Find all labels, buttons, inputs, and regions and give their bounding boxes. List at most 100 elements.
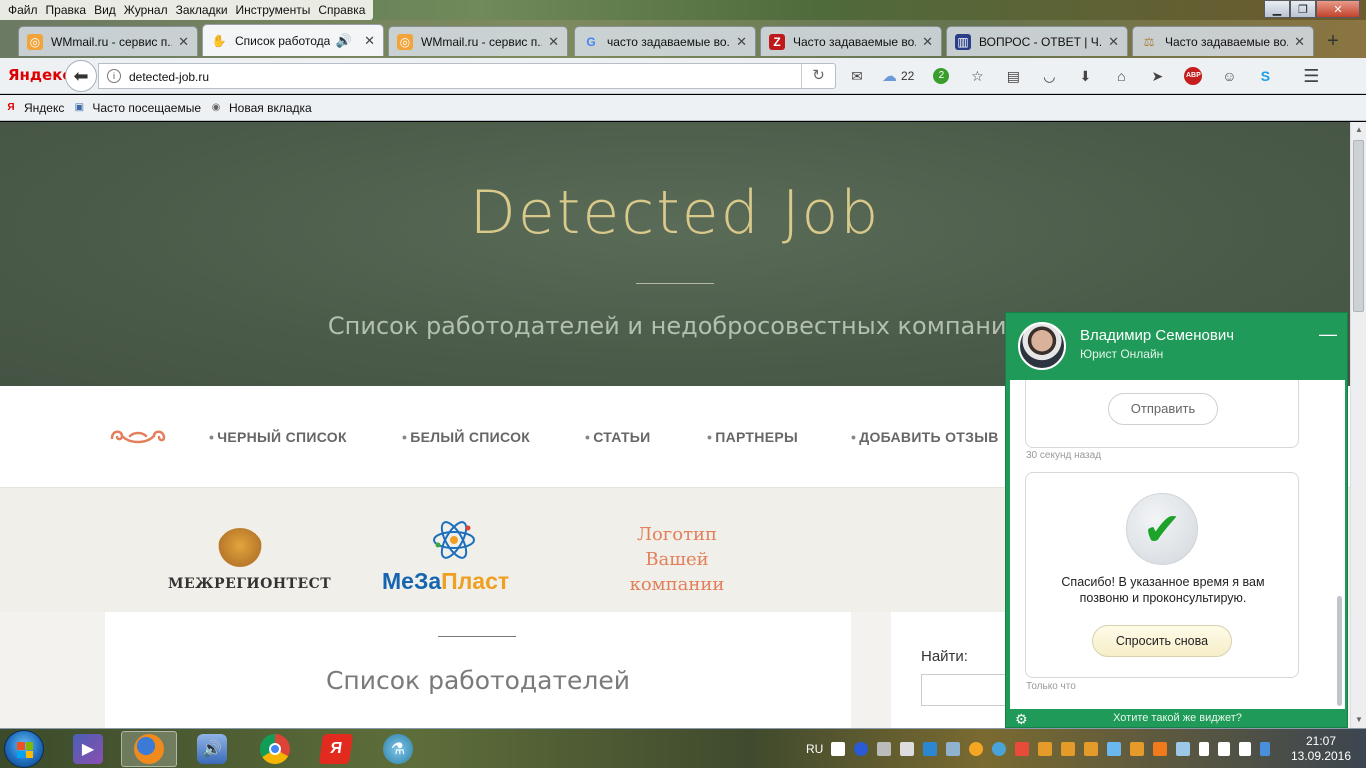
logo-mezaplast[interactable]: МеЗаПласт (382, 518, 536, 598)
tab-faq-scales[interactable]: ⚖ Часто задаваемые во... ✕ (1132, 26, 1314, 56)
record-icon[interactable] (1015, 742, 1030, 756)
nav-whitelist[interactable]: • БЕЛЫЙ СПИСОК (402, 429, 530, 445)
reload-button[interactable]: ↻ (801, 64, 835, 88)
send-icon[interactable]: ➤ (1146, 65, 1168, 87)
music-icon-3[interactable] (1084, 742, 1099, 756)
scroll-up-icon[interactable]: ▲ (1351, 122, 1366, 138)
weather-temp: 22 (901, 69, 915, 83)
adblock-icon[interactable]: ABP (1182, 65, 1204, 87)
display-icon[interactable] (1107, 742, 1122, 756)
close-tab-icon[interactable]: ✕ (736, 34, 747, 50)
close-tab-icon[interactable]: ✕ (548, 34, 559, 50)
nav-articles[interactable]: • СТАТЬИ (585, 429, 651, 445)
window-controls: ▁ ❐ ✕ (1264, 0, 1360, 18)
system-clock[interactable]: 21:07 13.09.2016 (1286, 734, 1356, 764)
url-text[interactable]: detected-job.ru (129, 70, 209, 84)
chat-scrollbar[interactable] (1337, 596, 1342, 706)
music-icon-4[interactable] (1130, 742, 1145, 756)
bookmark-new-tab[interactable]: ◉ Новая вкладка (209, 101, 312, 115)
taskbar-chrome[interactable] (247, 731, 303, 767)
info-icon[interactable]: i (107, 69, 121, 83)
nav-add-review[interactable]: • ДОБАВИТЬ ОТЗЫВ (851, 429, 999, 445)
bluetooth-icon[interactable] (1260, 742, 1271, 756)
start-button[interactable] (4, 730, 44, 768)
menu-tools[interactable]: Инструменты (232, 0, 315, 20)
tab-wmmail-2[interactable]: ◎ WMmail.ru - сервис п... ✕ (388, 26, 568, 56)
tab-detected-job[interactable]: ✋ Список работода... 🔊 ✕ (202, 24, 384, 56)
nav-blacklist[interactable]: • ЧЕРНЫЙ СПИСОК (209, 429, 347, 445)
back-button[interactable]: ⬅ (65, 60, 97, 92)
taskbar-audio[interactable]: 🔊 (184, 731, 240, 767)
pdf-icon[interactable] (831, 742, 846, 756)
address-bar[interactable]: i detected-job.ru ↻ (98, 63, 836, 89)
close-tab-icon[interactable]: ✕ (364, 33, 375, 49)
yandex-logo[interactable]: Яндекс (8, 66, 71, 84)
taskbar-yandex[interactable]: Я (308, 731, 364, 767)
speaker-icon[interactable]: 🔊 (336, 33, 352, 49)
logo-placeholder[interactable]: Логотип Вашей компании (610, 522, 744, 597)
close-tab-icon[interactable]: ✕ (1294, 34, 1305, 50)
new-tab-button[interactable]: + (1322, 30, 1344, 52)
skype-tray-icon[interactable] (923, 742, 938, 756)
close-window-button[interactable]: ✕ (1316, 0, 1360, 18)
tab-faq-z[interactable]: Z Часто задаваемые во... ✕ (760, 26, 942, 56)
menu-edit[interactable]: Правка (42, 0, 91, 20)
flag-icon[interactable] (1199, 742, 1210, 756)
scroll-thumb[interactable] (1353, 140, 1364, 312)
close-tab-icon[interactable]: ✕ (178, 34, 189, 50)
download-icon[interactable]: ⬇ (1074, 65, 1096, 87)
player-icon[interactable] (992, 742, 1007, 756)
scroll-down-icon[interactable]: ▼ (1351, 712, 1366, 728)
mail-icon[interactable]: ✉ (846, 65, 868, 87)
monitor-icon[interactable] (1176, 742, 1191, 756)
music-icon-2[interactable] (1061, 742, 1076, 756)
bookmark-star-icon[interactable]: ☆ (966, 65, 988, 87)
site-title[interactable]: Detected Job (0, 178, 1350, 248)
page-scrollbar[interactable]: ▲ ▼ (1350, 122, 1366, 728)
taskbar-firefox[interactable] (121, 731, 177, 767)
minimize-window-button[interactable]: ▁ (1264, 0, 1290, 18)
hamburger-menu-icon[interactable]: ☰ (1300, 65, 1322, 87)
menu-file[interactable]: Файл (4, 0, 42, 20)
skype-icon[interactable]: S (1254, 65, 1276, 87)
bookmark-most-visited[interactable]: ▣ Часто посещаемые (72, 101, 201, 115)
widget-promo-link[interactable]: Хотите такой же виджет? (1006, 712, 1349, 724)
music-icon[interactable] (1038, 742, 1053, 756)
nav-partners[interactable]: • ПАРТНЕРЫ (707, 429, 798, 445)
bookmark-yandex[interactable]: Я Яндекс (4, 101, 64, 115)
chat-icon[interactable]: ☺ (1218, 65, 1240, 87)
app-tray-icon[interactable] (1153, 742, 1168, 756)
help-icon[interactable] (854, 742, 869, 756)
volume-icon[interactable] (1239, 742, 1252, 756)
tools-icon[interactable] (900, 742, 915, 756)
taskbar-media-player[interactable]: ▶ (60, 731, 116, 767)
home-icon[interactable]: ⌂ (1110, 65, 1132, 87)
yandex-browser-icon: Я (318, 734, 354, 764)
windows-taskbar: ▶ 🔊 Я ⚗ RU 21:07 13.09.2016 (0, 728, 1366, 768)
notification-badge[interactable]: 2 (930, 65, 952, 87)
pocket-icon[interactable]: ◡ (1038, 65, 1060, 87)
tab-google[interactable]: G часто задаваемые во... ✕ (574, 26, 756, 56)
menu-history[interactable]: Журнал (120, 0, 172, 20)
close-tab-icon[interactable]: ✕ (1108, 34, 1119, 50)
logo-mezhregiontest[interactable]: МЕЖРЕГИОНТЕСТ (168, 528, 331, 592)
close-tab-icon[interactable]: ✕ (922, 34, 933, 50)
wmmail-icon: ◎ (27, 33, 43, 50)
menu-view[interactable]: Вид (90, 0, 120, 20)
maximize-window-button[interactable]: ❐ (1290, 0, 1316, 18)
ask-again-button[interactable]: Спросить снова (1092, 625, 1232, 657)
sync-icon[interactable] (946, 742, 961, 756)
menu-help[interactable]: Справка (314, 0, 369, 20)
reading-list-icon[interactable]: ▤ (1002, 65, 1024, 87)
weather-widget[interactable]: ☁ 22 (882, 67, 914, 85)
language-indicator[interactable]: RU (806, 742, 823, 756)
menu-bookmarks[interactable]: Закладки (172, 0, 232, 20)
send-button[interactable]: Отправить (1108, 393, 1218, 425)
minimize-icon[interactable]: — (1319, 325, 1337, 344)
network-icon[interactable] (877, 742, 892, 756)
tab-question-answer[interactable]: ▥ ВОПРОС - ОТВЕТ | Ч... ✕ (946, 26, 1128, 56)
tab-wmmail-1[interactable]: ◎ WMmail.ru - сервис п... ✕ (18, 26, 198, 56)
taskbar-app[interactable]: ⚗ (370, 731, 426, 767)
update-icon[interactable] (969, 742, 984, 756)
signal-icon[interactable] (1218, 742, 1231, 756)
